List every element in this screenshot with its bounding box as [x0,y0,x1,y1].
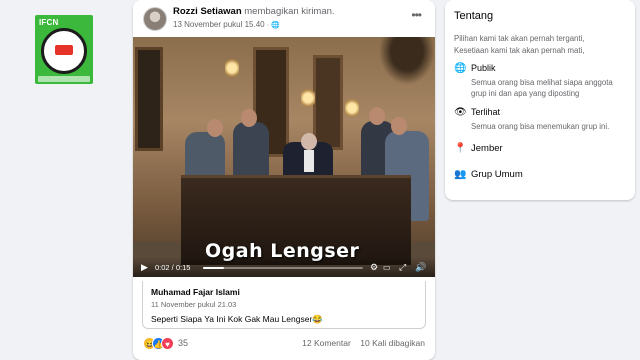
ifcn-footer-strip [38,76,90,82]
video-frame-head [241,109,257,127]
post-stats: 12 Komentar 10 Kali dibagikan [302,338,425,348]
fullscreen-icon[interactable]: ⤢ [399,262,406,273]
video-frame-head [301,133,317,150]
video-frame-lamp [301,87,315,109]
video-frame-head [369,107,385,125]
reaction-count[interactable]: 35 [178,338,188,348]
video-frame-lamp [345,97,359,119]
location-pin-icon: 📍 [454,143,467,154]
post-card: Rozzi Setiawan membagikan kiriman. 13 No… [133,0,435,360]
play-icon[interactable]: ▶ [141,262,148,273]
eye-icon: 👁 [454,107,467,118]
volume-icon[interactable]: 🔊 [415,262,426,273]
author-name[interactable]: Rozzi Setiawan [173,6,242,17]
ifcn-signatory-badge: IFCN [35,15,93,84]
video-progress-fill [203,267,224,269]
about-description: Pilihan kami tak akan pernah terganti, K… [454,33,584,57]
video-frame-head [207,119,223,137]
shares-count[interactable]: 10 Kali dibagikan [360,338,425,348]
love-reaction-icon: ♥ [161,337,174,350]
more-options-button[interactable]: ••• [411,8,422,22]
post-timestamp[interactable]: 13 November pukul 15.40 · 🌐 [173,20,280,29]
gear-icon[interactable]: ⚙ [370,262,378,273]
about-title: Tentang [454,10,494,22]
about-panel: Tentang Pilihan kami tak akan pernah ter… [445,0,635,200]
post-header: Rozzi Setiawan membagikan kiriman. 13 No… [133,0,435,36]
shared-action: membagikan kiriman. [244,6,335,17]
video-frame-door [313,55,343,150]
shared-post-author[interactable]: Muhamad Fajar Islami [151,287,240,297]
visibility-title: Terlihat [471,107,501,117]
timestamp-text[interactable]: 13 November pukul 15.40 [173,20,265,29]
author-line: Rozzi Setiawan membagikan kiriman. [173,6,335,17]
video-frame-chandelier [379,37,435,85]
group-location[interactable]: Jember [471,143,503,154]
globe-icon: 🌐 [454,63,467,74]
privacy-title: Publik [471,63,496,73]
ifcn-partner-logo [55,45,73,55]
comments-count[interactable]: 12 Komentar [302,338,351,348]
ifcn-label: IFCN [39,18,59,27]
video-progress-bar[interactable] [203,267,363,269]
video-controls: ▶ 0:02 / 0:15 ⚙ ▭ ⤢ 🔊 [133,257,435,277]
privacy-description: Semua orang bisa melihat siapa anggota g… [471,77,613,99]
ifcn-seal-icon [41,28,87,74]
visibility-description: Semua orang bisa menemukan grup ini. [471,122,610,131]
shared-post-text: Seperti Siapa Ya Ini Kok Gak Mau Lengser… [151,314,323,324]
video-frame-person [233,122,269,182]
shared-post-attachment[interactable]: Muhamad Fajar Islami 11 November pukul 2… [142,281,426,329]
avatar[interactable] [143,7,167,31]
picture-in-picture-icon[interactable]: ▭ [383,263,391,272]
privacy-description-line: grup ini dan apa yang diposting [471,89,580,98]
shared-post-timestamp[interactable]: 11 November pukul 21.03 [151,300,236,309]
video-time: 0:02 / 0:15 [155,263,191,272]
video-player[interactable]: Ogah Lengser ▶ 0:02 / 0:15 ⚙ ▭ ⤢ 🔊 [133,37,435,277]
about-description-line: Pilihan kami tak akan pernah terganti, [454,34,585,43]
video-frame-painting [135,47,163,151]
video-frame-lamp [225,57,239,79]
group-type: Grup Umum [471,169,523,180]
about-description-line: Kesetiaan kami tak akan pernah mati, [454,46,585,55]
group-icon: 👥 [454,169,467,180]
video-frame-shirt [304,150,314,172]
globe-icon: · 🌐 [266,22,280,29]
privacy-description-line: Semua orang bisa melihat siapa anggota [471,78,613,87]
video-frame-head [391,117,407,135]
